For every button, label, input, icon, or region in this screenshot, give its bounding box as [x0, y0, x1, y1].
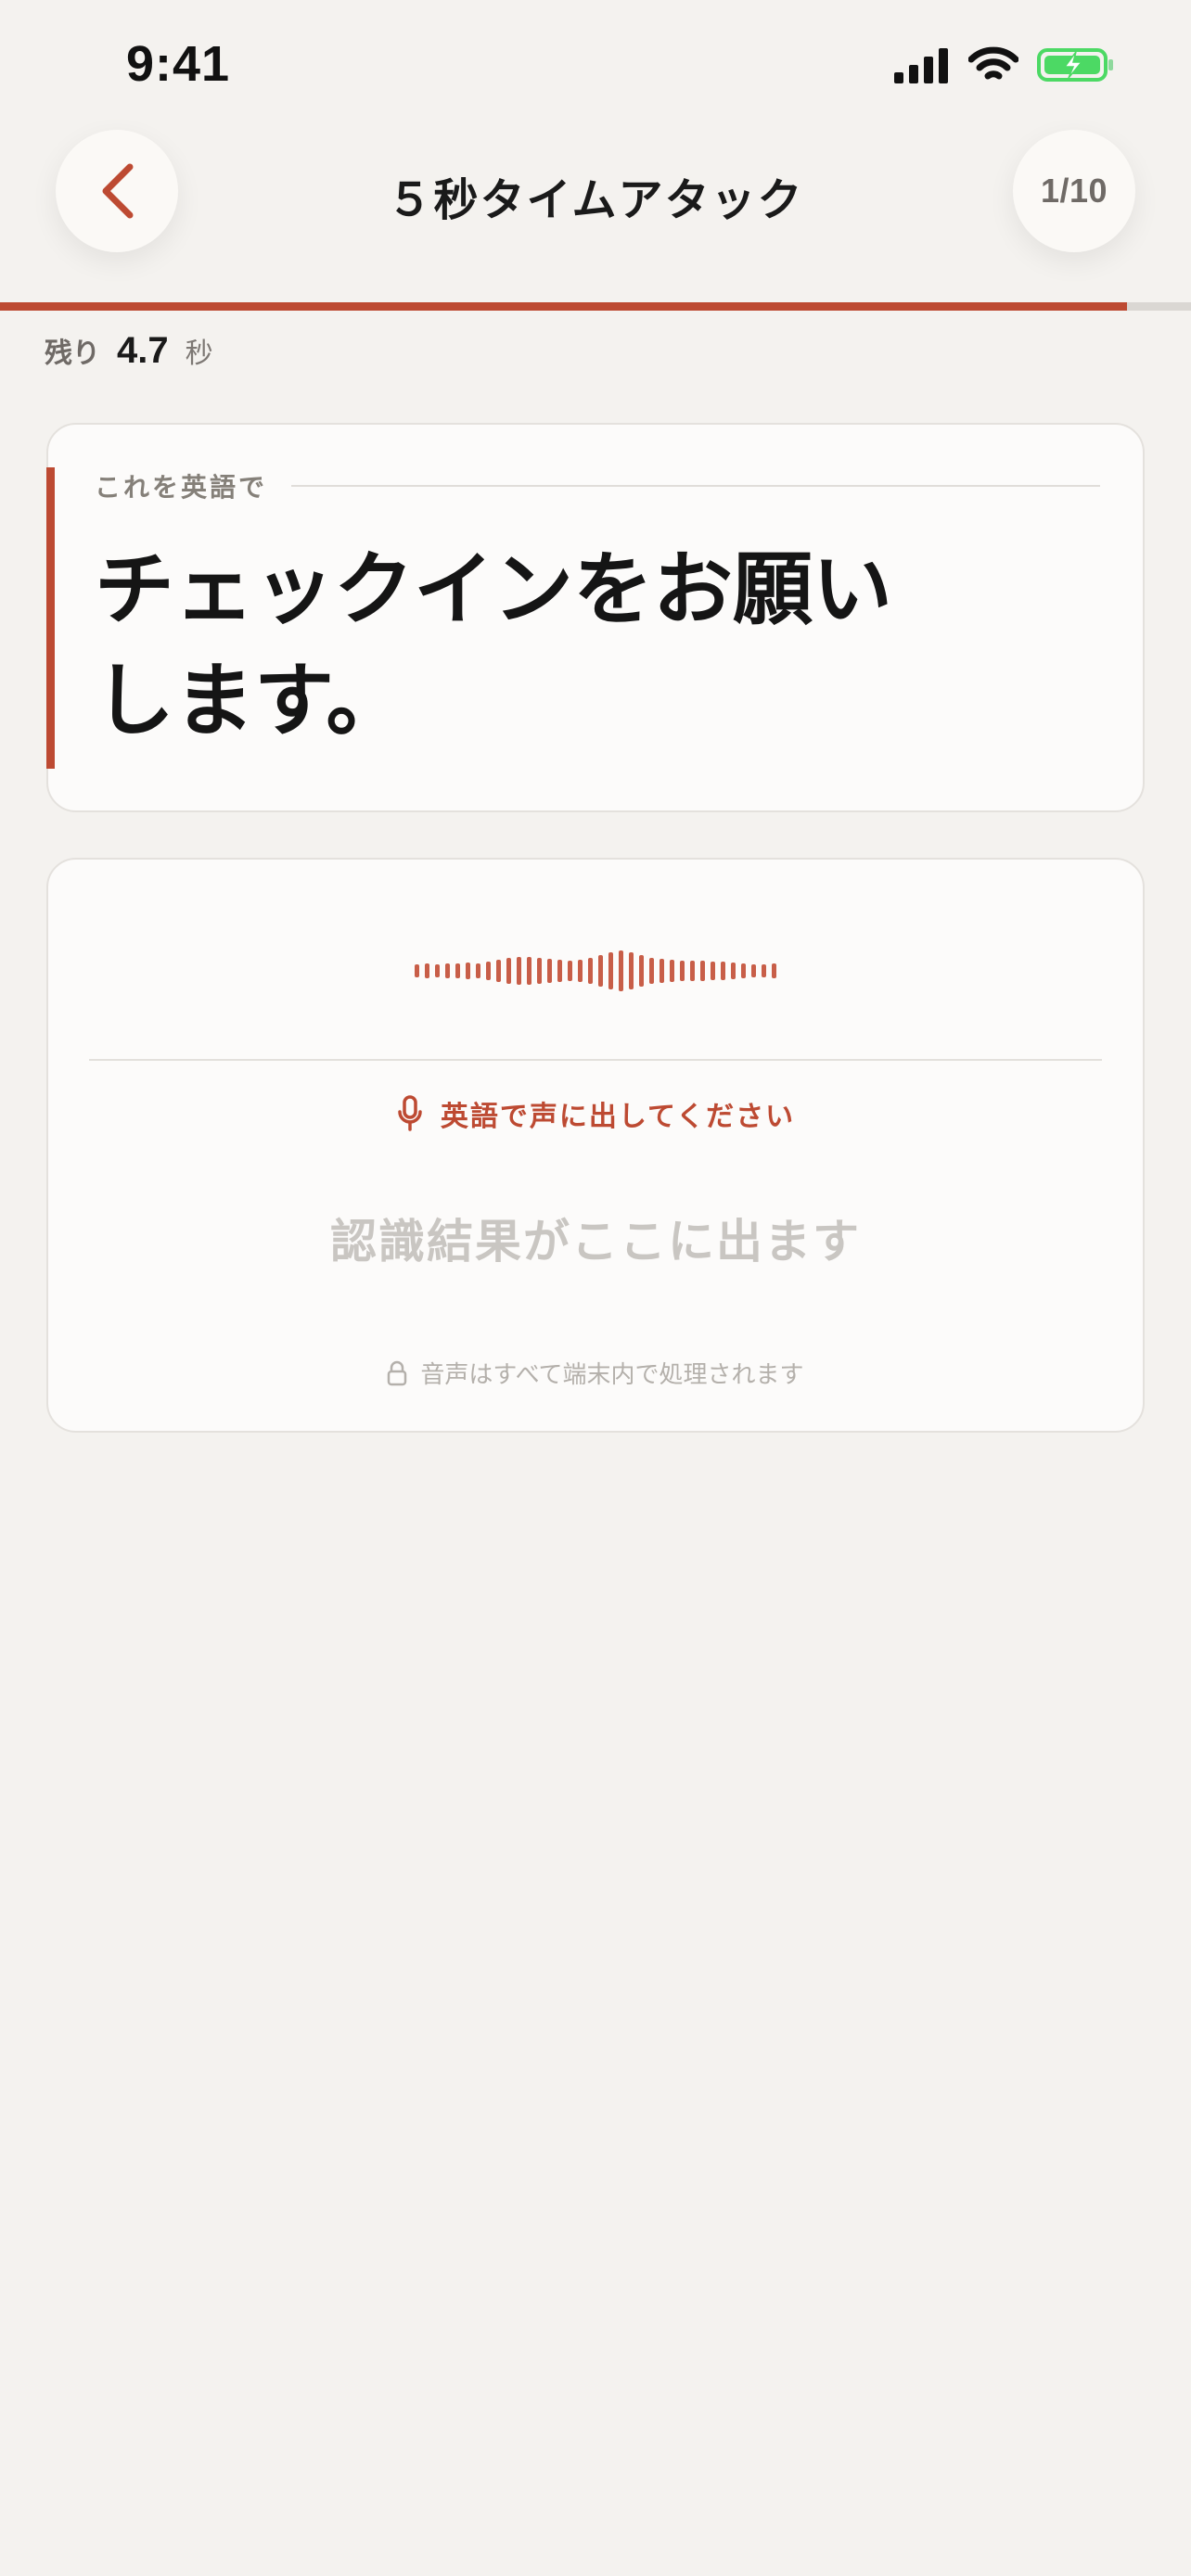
waveform-bar — [568, 961, 572, 981]
prompt-label-divider — [291, 485, 1100, 487]
waveform-bar — [527, 957, 531, 985]
waveform-bar — [557, 960, 562, 982]
waveform-bar — [711, 962, 715, 980]
waveform-bar — [608, 952, 613, 989]
waveform-bar — [415, 964, 419, 977]
question-counter: 1/10 — [1013, 130, 1135, 252]
waveform-bar — [700, 961, 705, 981]
status-time: 9:41 — [126, 36, 231, 92]
prompt-card: これを英語で チェックインをお願いします。 — [46, 423, 1145, 812]
cellular-signal-icon — [894, 48, 948, 83]
waveform-bar — [639, 955, 644, 987]
audio-waveform — [48, 943, 1143, 999]
waveform-bar — [425, 963, 429, 978]
waveform-bar — [506, 958, 511, 984]
waveform-bar — [517, 957, 521, 985]
waveform-bar — [466, 963, 470, 979]
prompt-label: これを英語で — [95, 472, 268, 503]
voice-instruction: 英語で声に出してください — [48, 1093, 1143, 1134]
remaining-unit: 秒 — [185, 338, 213, 370]
waveform-bar — [435, 964, 440, 977]
header: ５秒タイムアタック 1/10 — [0, 130, 1191, 297]
voice-input-card[interactable]: 英語で声に出してください 認識結果がここに出ます 音声はすべて端末内で処理されま… — [46, 858, 1145, 1433]
lock-icon — [388, 1360, 407, 1385]
waveform-bar — [721, 962, 725, 980]
waveform-bar — [496, 960, 501, 982]
waveform-bar — [547, 959, 552, 983]
waveform-bar — [670, 960, 674, 982]
prompt-sentence: チェックインをお願いします。 — [95, 542, 892, 747]
privacy-note-text: 音声はすべて端末内で処理されます — [420, 1361, 804, 1389]
waveform-bar — [660, 959, 664, 983]
waveform-bar — [619, 950, 623, 991]
privacy-note: 音声はすべて端末内で処理されます — [48, 1356, 1143, 1390]
waveform-bar — [762, 964, 766, 977]
microphone-icon — [398, 1095, 422, 1131]
prompt-label-row: これを英語で — [95, 467, 1100, 504]
status-bar: 9:41 — [0, 0, 1191, 130]
waveform-bar — [690, 961, 695, 981]
remaining-time: 残り 4.7 秒 — [45, 330, 213, 372]
waveform-bar — [445, 963, 450, 978]
recognition-result: 認識結果がここに出ます — [330, 1215, 861, 1269]
waveform-bar — [751, 964, 756, 977]
waveform-bar — [680, 961, 685, 981]
waveform-bar — [578, 960, 583, 982]
waveform-bar — [588, 958, 593, 984]
waveform-bar — [537, 958, 542, 984]
remaining-value: 4.7 — [117, 330, 169, 371]
battery-charging-icon — [1037, 48, 1113, 82]
remaining-label: 残り — [45, 338, 100, 370]
waveform-bar — [772, 963, 776, 978]
voice-divider — [89, 1059, 1102, 1061]
voice-instruction-text: 英語で声に出してください — [440, 1101, 796, 1133]
waveform-bar — [476, 963, 480, 978]
screen: 9:41 ５秒タイムアタック 1/10 残り 4.7 秒 これを英語で チェック… — [0, 0, 1191, 2576]
prompt-accent-bar — [46, 467, 55, 769]
wifi-icon — [968, 46, 1018, 80]
question-counter-text: 1/10 — [1040, 172, 1108, 210]
waveform-bar — [741, 963, 746, 978]
time-progress-bar — [0, 302, 1191, 311]
waveform-bar — [598, 955, 603, 987]
waveform-bar — [629, 952, 634, 989]
waveform-bar — [649, 958, 654, 984]
waveform-bar — [731, 963, 736, 979]
status-icons — [894, 46, 1115, 83]
waveform-bar — [486, 962, 491, 980]
time-progress-fill — [0, 302, 1127, 311]
waveform-bar — [455, 963, 460, 978]
